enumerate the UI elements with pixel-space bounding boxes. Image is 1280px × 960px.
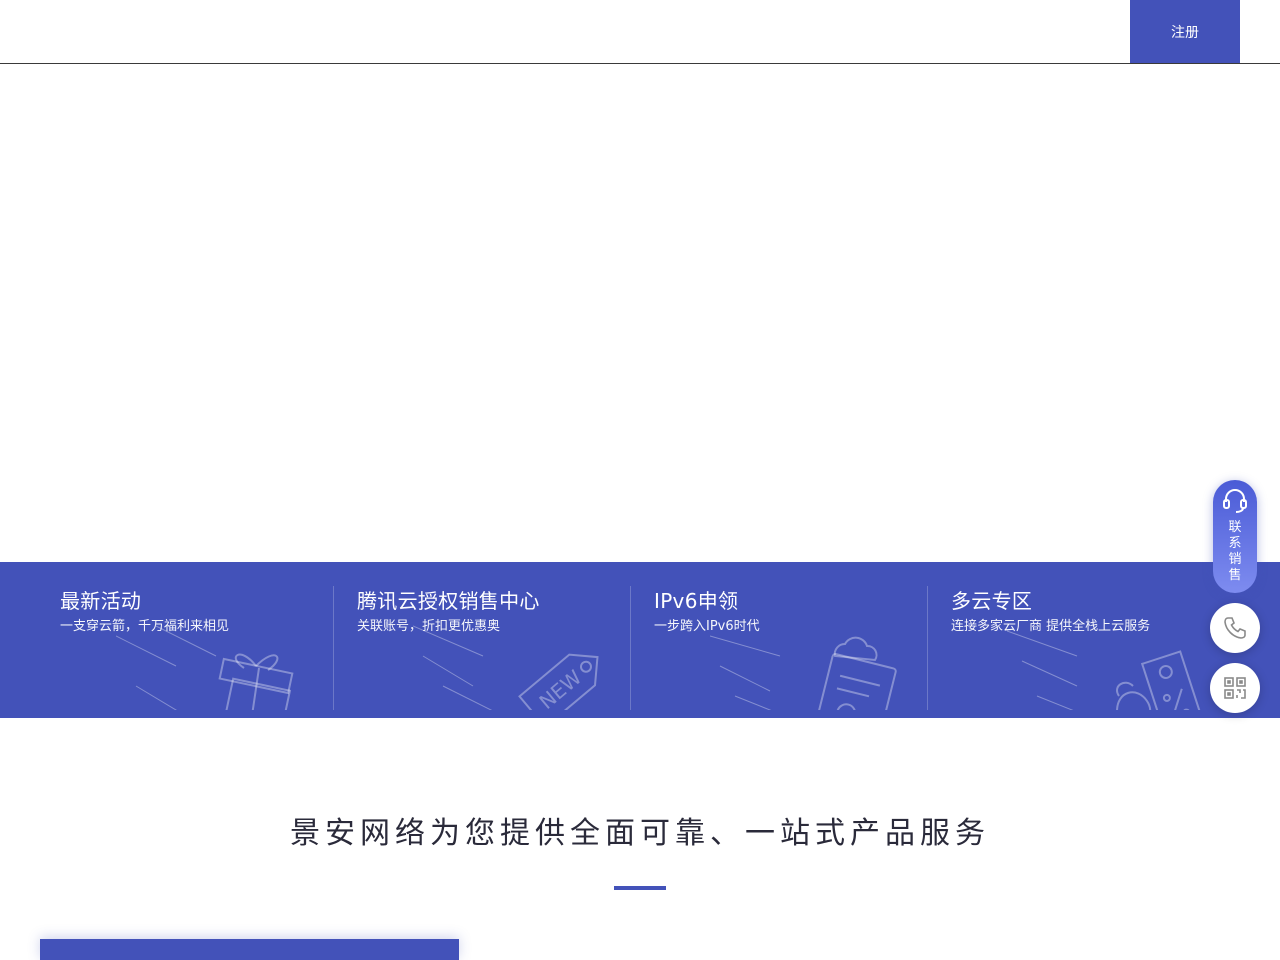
feature-item-ipv6[interactable]: IPv6申领 一步跨入IPv6时代 <box>630 586 927 710</box>
headset-icon <box>1223 489 1247 513</box>
feature-title: 多云专区 <box>951 589 1033 613</box>
phone-icon <box>1224 617 1246 639</box>
feature-divider <box>630 586 631 710</box>
feature-item-activity[interactable]: 最新活动 一支穿云箭，千万福利来相见 <box>36 586 333 710</box>
section-title: 景安网络为您提供全面可靠、一站式产品服务 <box>290 816 990 851</box>
feature-divider <box>927 586 928 710</box>
top-navigation-bar: 注册 <box>0 0 1280 64</box>
contact-sales-button[interactable]: 联 系 销 售 <box>1213 480 1257 593</box>
qr-code-button[interactable] <box>1210 663 1260 713</box>
feature-band: 最新活动 一支穿云箭，千万福利来相见 腾讯云授权销售中心 关联账号，折扣更优惠奥… <box>0 562 1280 718</box>
feature-title: 腾讯云授权销售中心 <box>357 589 540 613</box>
section-title-underline <box>614 886 666 890</box>
feature-divider <box>333 586 334 710</box>
new-tag-text: NEW <box>534 665 586 710</box>
feature-title: IPv6申领 <box>654 589 739 613</box>
phone-button[interactable] <box>1210 603 1260 653</box>
feature-title: 最新活动 <box>60 589 142 613</box>
product-card[interactable] <box>40 939 459 960</box>
feature-item-multi-cloud[interactable]: 多云专区 连接多家云厂商 提供全栈上云服务 <box>927 586 1224 710</box>
register-button[interactable]: 注册 <box>1130 0 1240 63</box>
gift-icon <box>116 625 294 710</box>
contact-sales-label: 联 系 销 售 <box>1228 520 1242 583</box>
new-tag-icon: NEW <box>413 625 599 710</box>
hero-banner <box>0 64 1280 562</box>
discount-tag-icon <box>1007 630 1207 710</box>
qr-code-icon <box>1224 677 1246 699</box>
feature-item-tencent-cloud[interactable]: 腾讯云授权销售中心 关联账号，折扣更优惠奥 NEW <box>333 586 630 710</box>
cloud-document-icon <box>710 635 897 710</box>
